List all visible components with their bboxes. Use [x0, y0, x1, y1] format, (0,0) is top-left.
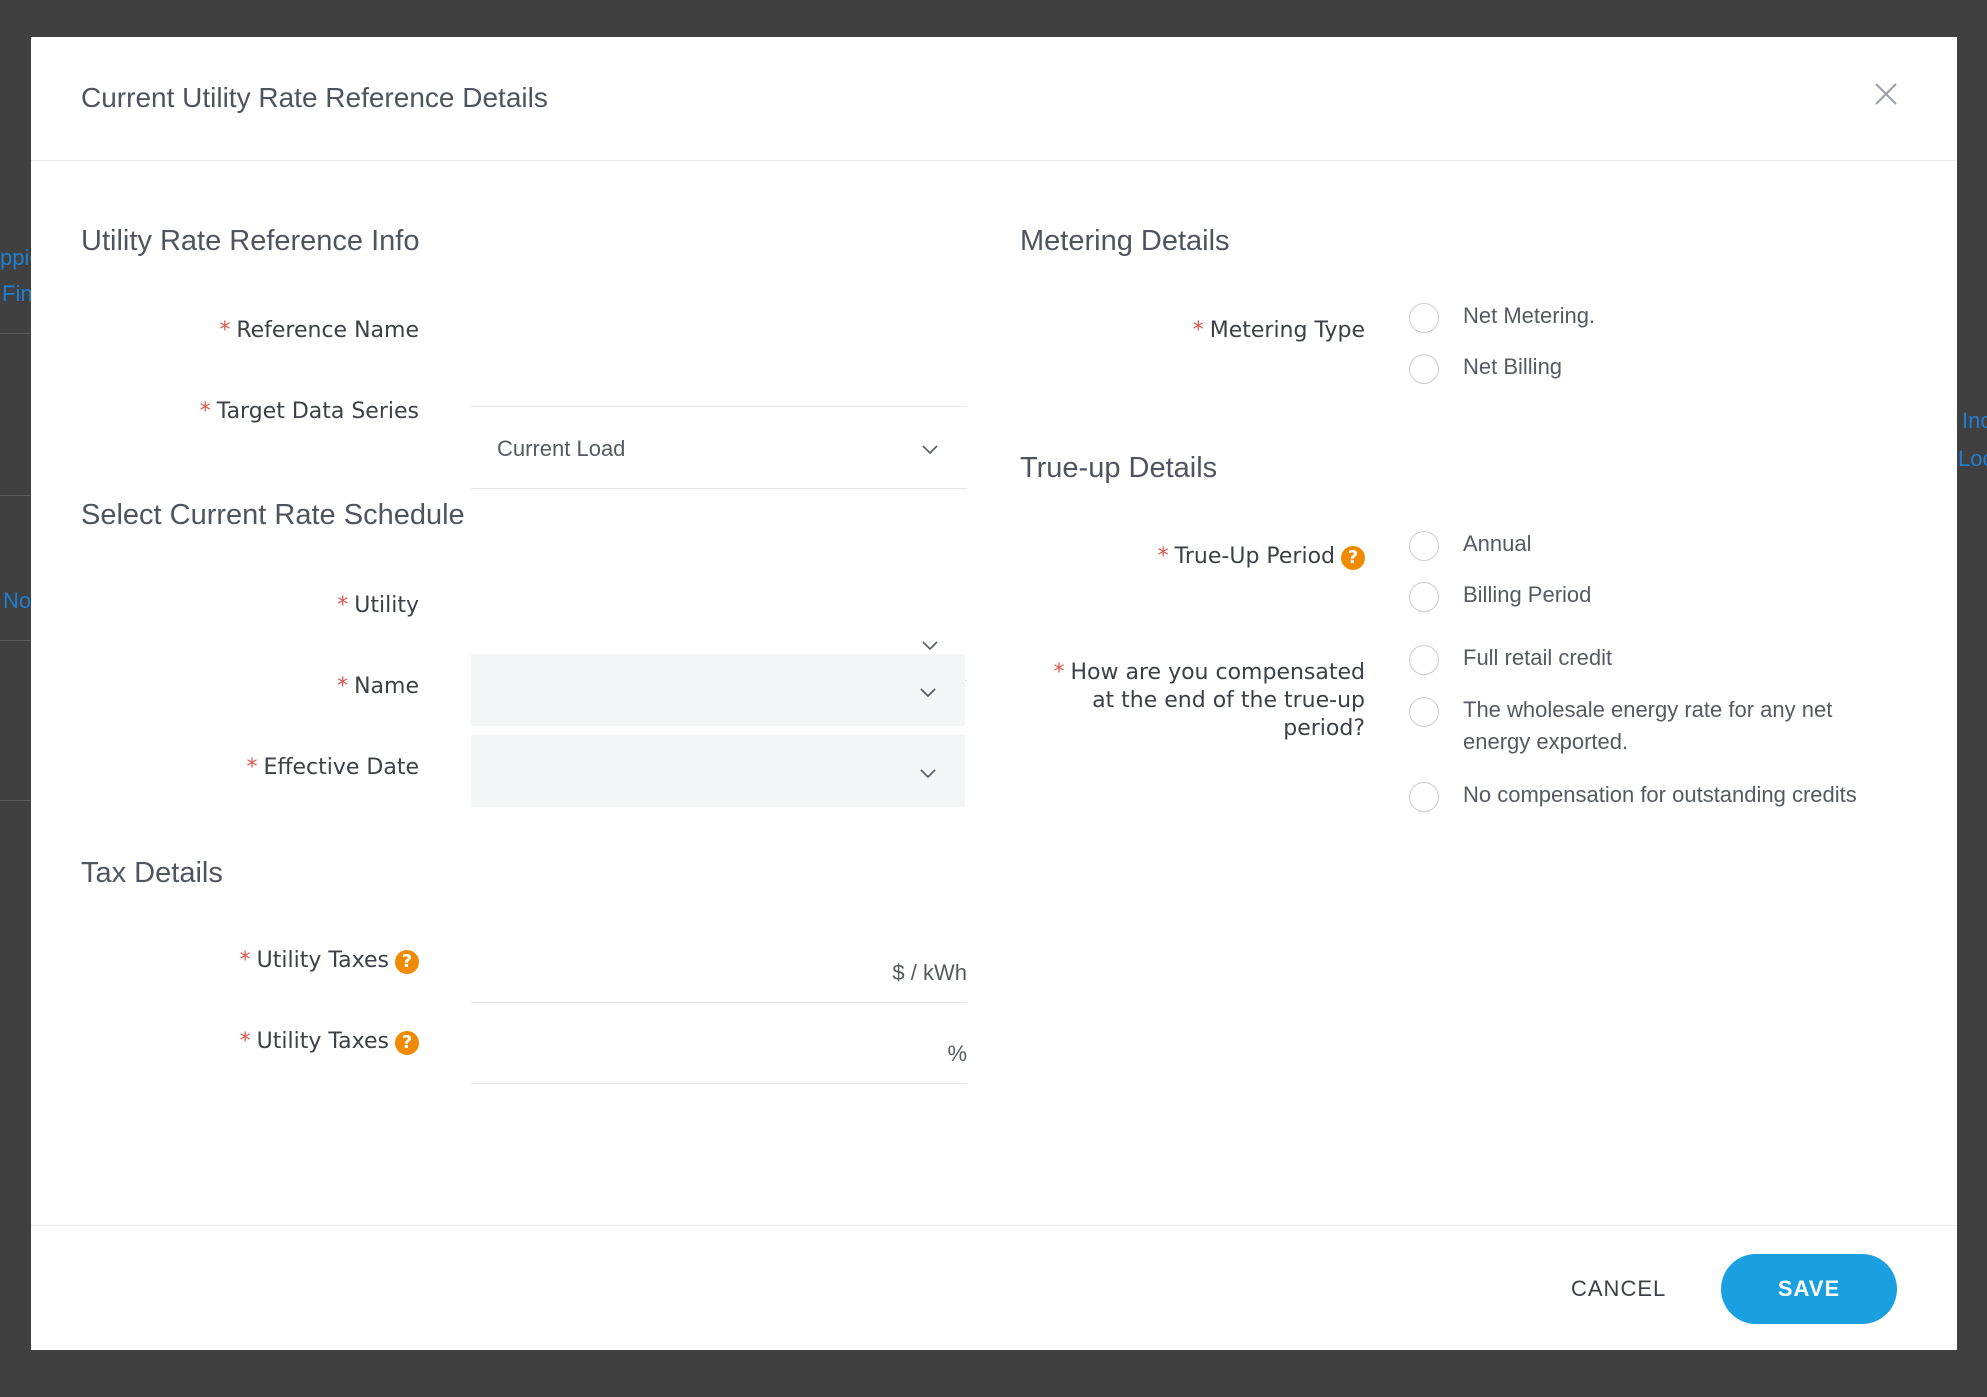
radio-label: No compensation for outstanding credits [1463, 782, 1857, 807]
radio-label: Net Metering. [1463, 303, 1596, 328]
compensation-label: * How are you compensated at the end of t… [1053, 660, 1365, 741]
chevron-down-icon [920, 688, 936, 698]
required-mark: * [1053, 660, 1065, 685]
utility-taxes-kwh-input[interactable]: $ / kWh [471, 930, 967, 1003]
background-divider [0, 495, 31, 496]
close-icon [1875, 83, 1897, 105]
metering-type-label: * Metering Type [1192, 318, 1365, 343]
section-title-rate-info: Utility Rate Reference Info [81, 225, 420, 257]
radio-wholesale-rate[interactable]: The wholesale energy rate for any net en… [1409, 697, 1869, 761]
radio-circle[interactable] [1409, 697, 1439, 727]
required-mark: * [219, 318, 231, 343]
help-icon[interactable]: ? [1341, 546, 1365, 570]
radio-circle[interactable] [1409, 645, 1439, 675]
background-text-fragment: Loc [1958, 446, 1987, 471]
target-series-label: * Target Data Series [199, 399, 419, 424]
trueup-period-label: * True-Up Period? [1158, 543, 1365, 571]
radio-no-compensation[interactable]: No compensation for outstanding credits [1409, 782, 1869, 814]
help-icon[interactable]: ? [395, 1031, 419, 1055]
effective-date-select[interactable] [471, 735, 965, 807]
modal-header: Current Utility Rate Reference Details [31, 37, 1957, 161]
chevron-down-icon [922, 641, 938, 651]
section-title-tax: Tax Details [81, 857, 223, 889]
required-mark: * [337, 593, 349, 618]
radio-label: Net Billing [1463, 354, 1563, 379]
modal-title: Current Utility Rate Reference Details [81, 82, 548, 113]
radio-label: Full retail credit [1463, 645, 1613, 670]
percent-suffix: % [947, 1041, 967, 1066]
target-series-select[interactable]: Current Load [471, 407, 967, 489]
section-title-metering: Metering Details [1020, 225, 1230, 257]
background-divider [0, 640, 31, 641]
target-series-value: Current Load [497, 436, 626, 461]
radio-label: Billing Period [1463, 582, 1592, 607]
help-icon[interactable]: ? [395, 950, 419, 974]
radio-circle[interactable] [1409, 582, 1439, 612]
radio-net-metering[interactable]: Net Metering. [1409, 303, 1709, 335]
radio-net-billing[interactable]: Net Billing [1409, 354, 1709, 386]
name-label: * Name [337, 674, 419, 699]
required-mark: * [239, 948, 251, 973]
utility-taxes-percent-label: * Utility Taxes? [240, 1028, 419, 1056]
background-divider [0, 800, 31, 801]
radio-circle[interactable] [1409, 782, 1439, 812]
kwh-suffix: $ / kWh [892, 960, 967, 985]
reference-name-input[interactable] [471, 337, 967, 407]
required-mark: * [1192, 318, 1204, 343]
name-select[interactable] [471, 654, 965, 726]
section-title-trueup: True-up Details [1020, 452, 1218, 484]
required-mark: * [199, 399, 211, 424]
cancel-button[interactable]: CANCEL [1571, 1276, 1666, 1302]
required-mark: * [239, 1029, 251, 1054]
radio-label: The wholesale energy rate for any net en… [1463, 697, 1833, 754]
reference-name-label: * Reference Name [219, 318, 419, 343]
required-mark: * [1157, 544, 1169, 569]
chevron-down-icon [922, 445, 938, 455]
required-mark: * [337, 674, 349, 699]
section-title-rate-schedule: Select Current Rate Schedule [81, 499, 465, 531]
background-text-fragment: Fin [2, 281, 33, 306]
background-text-fragment: Inc [1962, 408, 1987, 433]
radio-circle[interactable] [1409, 354, 1439, 384]
close-button[interactable] [1871, 79, 1901, 109]
radio-circle[interactable] [1409, 303, 1439, 333]
modal-footer: CANCEL SAVE [31, 1225, 1957, 1350]
utility-taxes-percent-input[interactable]: % [471, 1011, 967, 1084]
background-text-fragment: No [3, 588, 32, 613]
required-mark: * [246, 755, 258, 780]
radio-full-retail-credit[interactable]: Full retail credit [1409, 645, 1869, 677]
radio-annual[interactable]: Annual [1409, 531, 1709, 563]
radio-billing-period[interactable]: Billing Period [1409, 582, 1709, 614]
background-divider [0, 333, 31, 334]
utility-taxes-kwh-label: * Utility Taxes? [240, 947, 419, 975]
save-button[interactable]: SAVE [1721, 1254, 1897, 1324]
utility-label: * Utility [337, 593, 419, 618]
radio-circle[interactable] [1409, 531, 1439, 561]
radio-label: Annual [1463, 531, 1532, 556]
chevron-down-icon [920, 769, 936, 779]
effective-date-label: * Effective Date [246, 755, 419, 780]
rate-reference-modal: Current Utility Rate Reference Details U… [31, 37, 1957, 1350]
